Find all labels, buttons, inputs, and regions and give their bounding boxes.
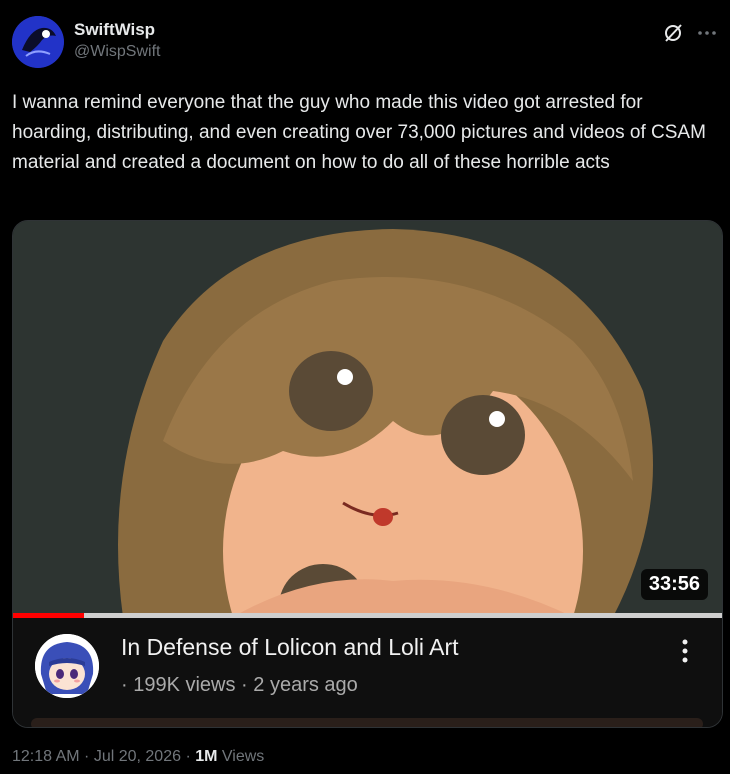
author-handle[interactable]: @WispSwift bbox=[74, 42, 160, 62]
tweet-timestamp[interactable]: 12:18 AM · Jul 20, 2026 · bbox=[12, 748, 195, 765]
views-label: Views bbox=[217, 748, 265, 765]
tweet-header: SwiftWisp @WispSwift bbox=[12, 14, 718, 70]
more-options-icon[interactable] bbox=[696, 22, 718, 44]
author-display-name[interactable]: SwiftWisp bbox=[74, 20, 160, 40]
video-duration-badge: 33:56 bbox=[640, 569, 708, 600]
video-menu-icon[interactable] bbox=[680, 638, 690, 664]
next-card-edge bbox=[31, 718, 703, 727]
channel-avatar[interactable] bbox=[35, 634, 99, 698]
author-avatar[interactable] bbox=[12, 16, 64, 68]
views-count[interactable]: 1M bbox=[195, 748, 217, 765]
tweet-text: I wanna remind everyone that the guy who… bbox=[12, 92, 706, 173]
tweet-footer: 12:18 AM · Jul 20, 2026 · 1M Views bbox=[12, 748, 264, 766]
video-card[interactable]: 33:56 In Defense of Lolicon and Loli Art… bbox=[12, 220, 723, 728]
video-thumbnail[interactable]: 33:56 bbox=[13, 221, 722, 617]
author-names: SwiftWisp @WispSwift bbox=[74, 20, 160, 62]
video-info: In Defense of Lolicon and Loli Art · 199… bbox=[13, 618, 722, 727]
video-title[interactable]: In Defense of Lolicon and Loli Art bbox=[121, 634, 459, 661]
grok-icon[interactable] bbox=[662, 22, 684, 44]
video-meta: · 199K views · 2 years ago bbox=[121, 674, 358, 696]
